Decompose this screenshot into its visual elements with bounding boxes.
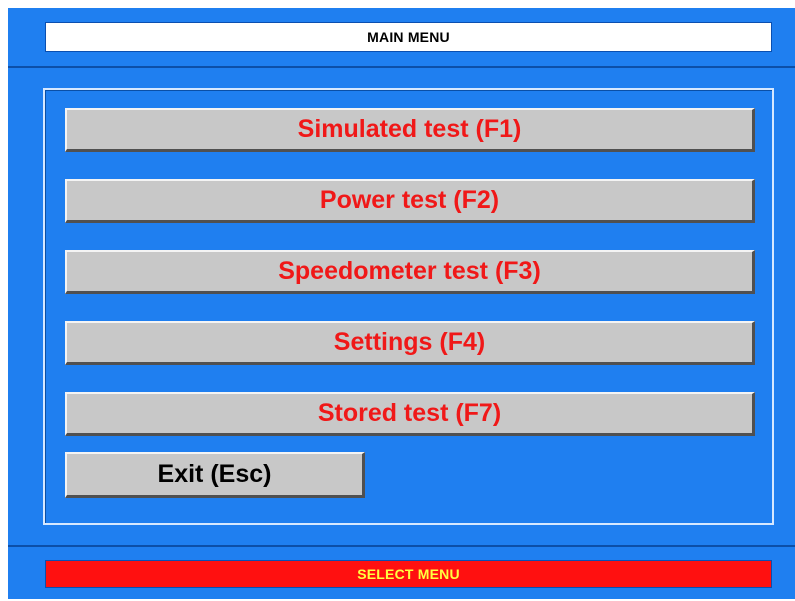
header-divider	[8, 66, 795, 68]
settings-label: Settings (F4)	[333, 328, 486, 356]
main-menu-window: MAIN MENU Simulated test (F1) Power test…	[8, 8, 795, 599]
speedometer-test-button[interactable]: Speedometer test (F3)	[65, 250, 755, 294]
window-title: MAIN MENU	[367, 29, 450, 45]
speedometer-test-label: Speedometer test (F3)	[278, 257, 541, 285]
footer-divider	[8, 545, 795, 547]
stored-test-button[interactable]: Stored test (F7)	[65, 392, 755, 436]
power-test-label: Power test (F2)	[319, 186, 500, 214]
status-text: SELECT MENU	[357, 566, 460, 582]
stored-test-label: Stored test (F7)	[317, 399, 502, 427]
exit-button[interactable]: Exit (Esc)	[65, 452, 365, 498]
menu-panel: Simulated test (F1) Power test (F2) Spee…	[43, 88, 774, 525]
status-bar: SELECT MENU	[45, 560, 772, 588]
exit-label: Exit (Esc)	[157, 460, 272, 488]
title-bar: MAIN MENU	[45, 22, 772, 52]
power-test-button[interactable]: Power test (F2)	[65, 179, 755, 223]
simulated-test-label: Simulated test (F1)	[297, 115, 522, 143]
simulated-test-button[interactable]: Simulated test (F1)	[65, 108, 755, 152]
settings-button[interactable]: Settings (F4)	[65, 321, 755, 365]
